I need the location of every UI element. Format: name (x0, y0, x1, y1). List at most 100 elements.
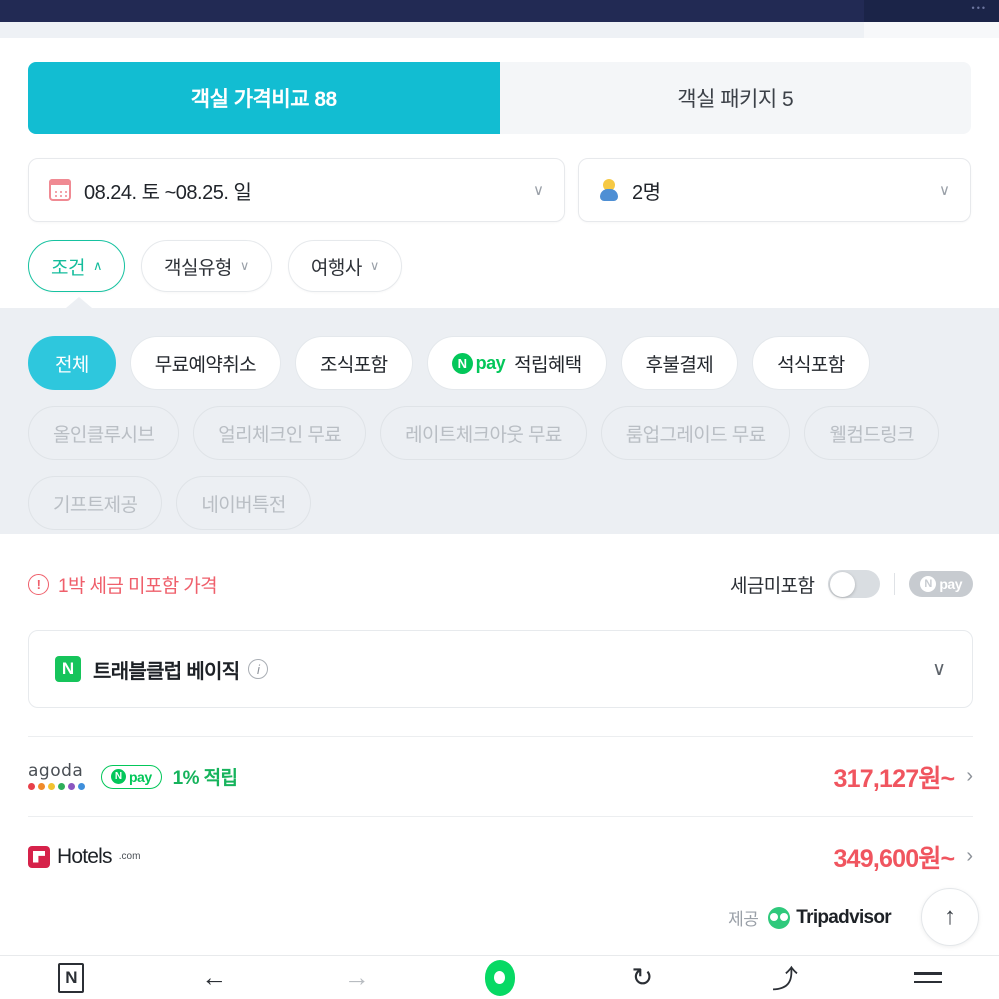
condition-chip-late-checkout[interactable]: 레이트체크아웃 무료 (380, 406, 587, 460)
price-row-agoda[interactable]: agoda N pay 1% 적립 317,127원~ › (28, 736, 973, 816)
attribution: 제공 Tripadvisor (728, 905, 892, 930)
tax-toggle-label: 세금미포함 (729, 575, 815, 597)
chevron-down-icon: ∨ (533, 182, 544, 199)
chip-label: 무료예약취소 (154, 354, 257, 376)
filter-button-agency[interactable]: 여행사 ∨ (287, 240, 402, 292)
date-range-value: 08.24. 토 ~08.25. 일 (84, 181, 252, 204)
tripadvisor-logo-icon: Tripadvisor (768, 906, 892, 929)
condition-chip-breakfast[interactable]: 조식포함 (295, 336, 413, 390)
chrome-gap (0, 22, 999, 38)
tab-label: 객실 가격비교 88 (190, 88, 337, 111)
menu-button[interactable] (856, 966, 999, 989)
tab-label: 객실 패키지 5 (677, 88, 794, 111)
tab-room-price-compare[interactable]: 객실 가격비교 88 (28, 62, 500, 134)
travel-club-card[interactable]: N 트래블클럽 베이직 i ∨ (28, 630, 973, 708)
naver-logo-button[interactable]: N (0, 962, 143, 993)
info-icon[interactable]: i (248, 659, 269, 679)
tax-warning: ! 1박 세금 미포함 가격 (28, 571, 218, 598)
hotels-wordmark: Hotels (57, 844, 113, 868)
condition-chip-pay-later[interactable]: 후불결제 (620, 336, 739, 390)
chevron-down-icon[interactable]: ∨ (932, 658, 946, 681)
condition-chip-all-inclusive[interactable]: 올인클루시브 (28, 406, 180, 460)
price-amount: 349,600원~ (833, 844, 956, 873)
arrow-up-icon: ↑ (944, 903, 956, 930)
panel-pointer-icon (66, 297, 92, 308)
bottom-navigation-bar: N ← → ↻ ⤴ (0, 955, 999, 999)
npay-logo-icon: N pay (451, 352, 506, 374)
condition-chip-early-checkin[interactable]: 얼리체크인 무료 (193, 406, 367, 460)
refresh-icon: ↻ (631, 962, 654, 992)
condition-chip-list: 전체 무료예약취소 조식포함 N pay 적립혜택 후불결제 석식포함 올인클루… (28, 336, 973, 530)
condition-chip-free-cancel[interactable]: 무료예약취소 (129, 336, 282, 390)
home-button[interactable] (428, 959, 571, 996)
hotels-logo-icon: Hotels .com (28, 845, 140, 869)
npay-filter-toggle[interactable]: N pay (909, 571, 973, 597)
arrow-right-icon: → (343, 962, 370, 992)
chevron-down-icon: ∨ (939, 182, 950, 199)
condition-chip-npay-reward[interactable]: N pay 적립혜택 (426, 336, 607, 390)
chip-label: 룸업그레이드 무료 (625, 424, 766, 446)
price-group: 349,600원~ › (834, 839, 973, 875)
npay-pay-text: pay (129, 768, 152, 785)
condition-chip-dinner[interactable]: 석식포함 (752, 336, 870, 390)
share-button[interactable]: ⤴ (714, 959, 857, 996)
tripadvisor-wordmark: Tripadvisor (796, 906, 891, 928)
condition-chip-room-upgrade[interactable]: 룸업그레이드 무료 (600, 406, 791, 460)
search-selectors: 08.24. 토 ~08.25. 일 ∨ 2명 ∨ (28, 158, 971, 222)
tax-toggle[interactable] (828, 570, 881, 598)
chevron-down-icon: ∨ (239, 258, 250, 273)
price-amount: 317,127원~ (833, 764, 956, 793)
chip-label: 후불결제 (645, 354, 714, 376)
chip-label: 전체 (55, 354, 89, 376)
toggle-knob (829, 571, 855, 597)
filter-button-label: 객실유형 (163, 257, 232, 279)
condition-chip-welcome-drink[interactable]: 웰컴드링크 (804, 406, 939, 460)
refresh-button[interactable]: ↻ (571, 962, 714, 993)
condition-chip-naver-special[interactable]: 네이버특전 (176, 476, 311, 530)
chip-label: 웰컴드링크 (829, 424, 914, 446)
price-row-hotels[interactable]: Hotels .com 349,600원~ › (28, 816, 973, 896)
attribution-prefix: 제공 (728, 910, 759, 929)
agoda-wordmark: agoda (28, 761, 84, 781)
status-bar: ••• (0, 0, 999, 22)
overflow-dots-icon[interactable]: ••• (972, 3, 987, 13)
reward-label: 1% 적립 (172, 768, 238, 789)
calendar-icon (49, 179, 71, 201)
divider (894, 573, 896, 595)
chevron-right-icon[interactable]: › (966, 845, 973, 868)
agoda-logo-icon: agoda (28, 763, 90, 790)
tab-bar: 객실 가격비교 88 객실 패키지 5 (28, 62, 971, 134)
scroll-to-top-button[interactable]: ↑ (921, 888, 979, 946)
hotels-tld: .com (118, 851, 141, 862)
conditions-panel: 전체 무료예약취소 조식포함 N pay 적립혜택 후불결제 석식포함 올인클루… (0, 297, 999, 534)
condition-chip-all[interactable]: 전체 (28, 336, 116, 390)
hamburger-icon (913, 966, 942, 989)
chip-label: 올인클루시브 (53, 424, 155, 446)
share-icon: ⤴ (771, 964, 798, 994)
npay-n-icon: N (920, 576, 937, 592)
chevron-up-icon: ∧ (92, 258, 103, 273)
back-button[interactable]: ← (143, 962, 286, 993)
forward-button[interactable]: → (285, 962, 428, 993)
price-group: 317,127원~ › (834, 759, 973, 795)
filter-button-conditions[interactable]: 조건 ∧ (28, 240, 125, 292)
npay-badge-icon: N pay (101, 764, 162, 789)
chip-label: 적립혜택 (514, 354, 582, 376)
tax-notice-row: ! 1박 세금 미포함 가격 세금미포함 N pay (28, 560, 973, 608)
condition-chip-gift[interactable]: 기프트제공 (28, 476, 163, 530)
chip-label: 네이버특전 (201, 494, 286, 516)
npay-pay-text: pay (475, 352, 506, 373)
chrome-gap-right (864, 22, 999, 38)
chip-label: 얼리체크인 무료 (218, 424, 342, 446)
exclamation-icon: ! (28, 573, 49, 595)
app-screen: ••• 객실 가격비교 88 객실 패키지 5 08.24. 토 ~08.25.… (0, 0, 999, 999)
travel-club-title: 트래블클럽 베이직 (93, 660, 240, 683)
chevron-right-icon[interactable]: › (966, 765, 973, 788)
tab-room-package[interactable]: 객실 패키지 5 (499, 62, 971, 134)
hotels-mark-icon (28, 845, 50, 868)
filter-button-room-type[interactable]: 객실유형 ∨ (140, 240, 272, 292)
guest-count-selector[interactable]: 2명 ∨ (578, 158, 971, 222)
date-range-selector[interactable]: 08.24. 토 ~08.25. 일 ∨ (28, 158, 565, 222)
tax-warning-label: 1박 세금 미포함 가격 (58, 575, 218, 597)
arrow-left-icon: ← (201, 962, 228, 992)
